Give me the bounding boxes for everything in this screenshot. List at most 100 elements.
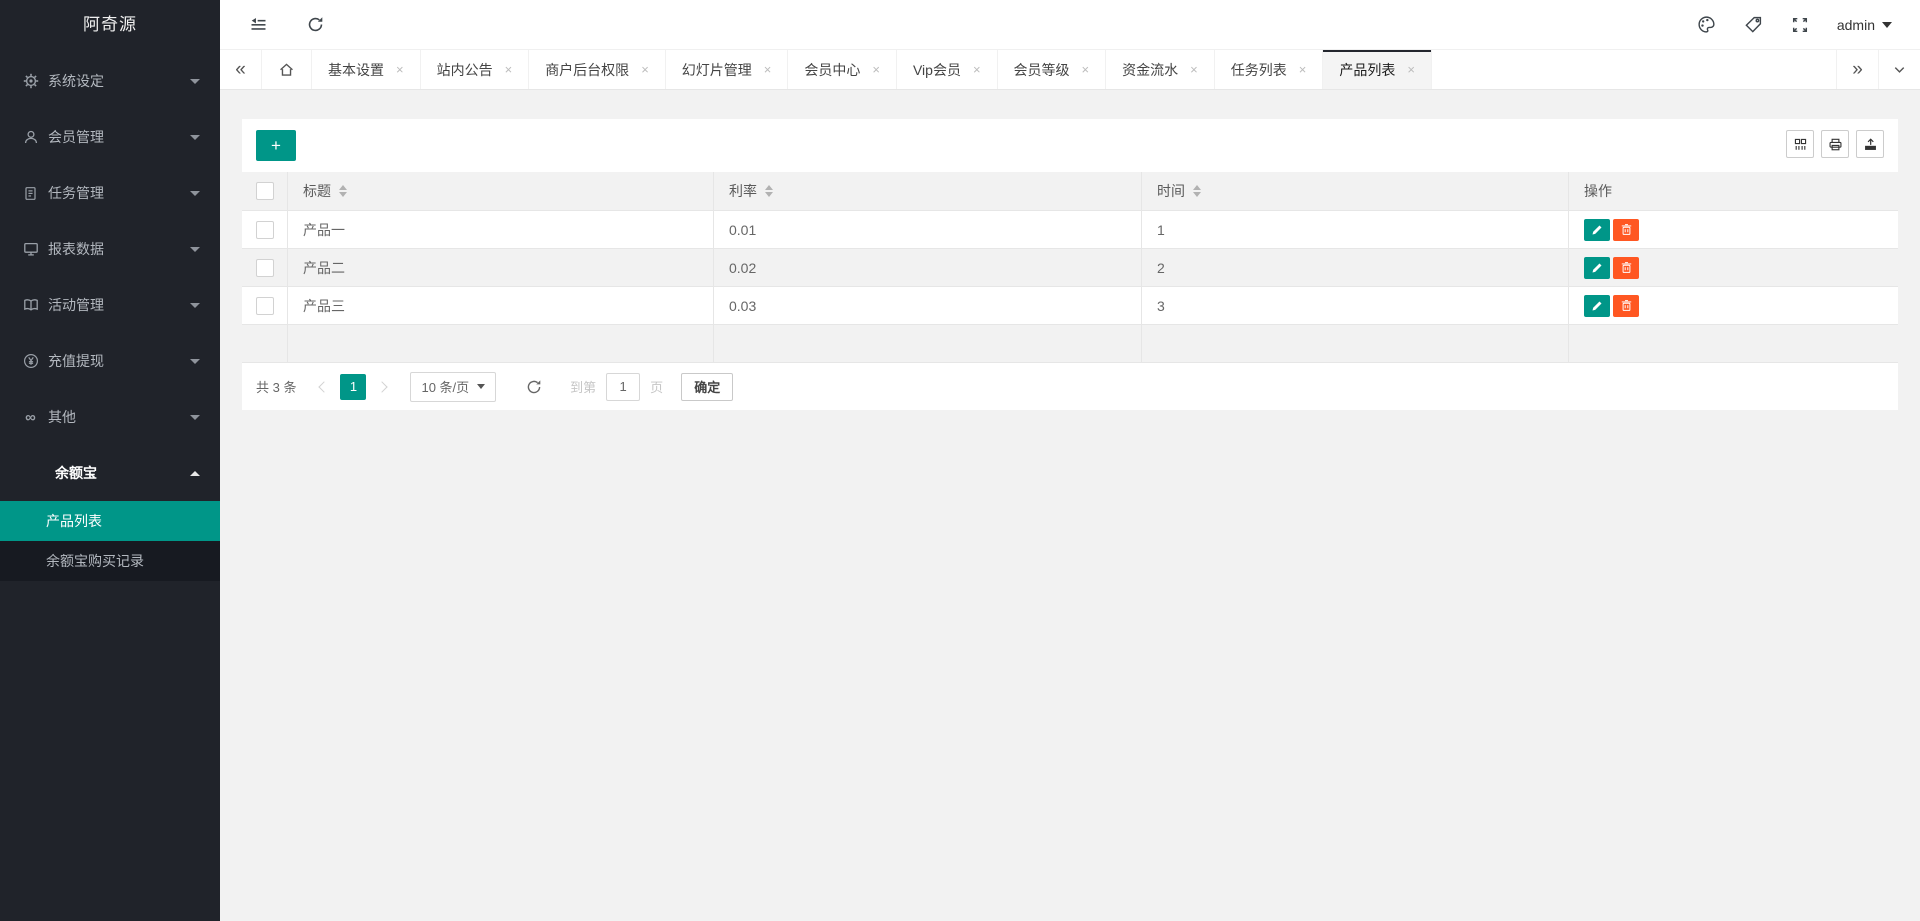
delete-button[interactable]	[1613, 294, 1639, 317]
column-time: 时间	[1157, 183, 1185, 199]
sidebar-item-yuebao[interactable]: 余额宝	[0, 445, 220, 501]
refresh-icon[interactable]	[307, 16, 324, 33]
tab-basic-settings[interactable]: 基本设置 ×	[312, 50, 421, 89]
close-icon[interactable]: ×	[641, 62, 649, 77]
infinity-icon: ∞	[25, 408, 36, 426]
fullscreen-icon[interactable]	[1791, 16, 1809, 34]
tab-product-list[interactable]: 产品列表 ×	[1323, 50, 1432, 89]
sidebar-subitem-product-list[interactable]: 产品列表	[0, 501, 220, 541]
close-icon[interactable]: ×	[764, 62, 772, 77]
table-row: 产品三 0.03 3	[242, 287, 1898, 325]
edit-button[interactable]	[1584, 256, 1610, 279]
prev-page-icon[interactable]	[312, 374, 336, 400]
theme-palette-icon[interactable]	[1697, 15, 1716, 34]
chevron-up-icon	[190, 470, 200, 476]
topbar-left	[220, 16, 324, 33]
sidebar-subitem-label: 余额宝购买记录	[46, 553, 144, 569]
sidebar-item-label: 余额宝	[55, 465, 97, 481]
sidebar-item-label: 充值提现	[48, 353, 104, 369]
tab-fund-flow[interactable]: 资金流水 ×	[1106, 50, 1215, 89]
cell-rate: 0.01	[714, 211, 1142, 249]
delete-button[interactable]	[1613, 256, 1639, 279]
row-checkbox[interactable]	[255, 296, 274, 315]
close-icon[interactable]: ×	[1082, 62, 1090, 77]
home-tab[interactable]	[262, 50, 312, 89]
close-icon[interactable]: ×	[973, 62, 981, 77]
total-count: 共 3 条	[256, 380, 297, 395]
content-area: + 标题 利率 时间 操作 产品一 0.01 1 产品二 0.02 2 产品三 …	[220, 90, 1920, 921]
sidebar-item-label: 系统设定	[48, 73, 104, 89]
cell-rate: 0.03	[714, 287, 1142, 325]
sidebar-submenu: 产品列表 余额宝购买记录	[0, 501, 220, 581]
topbar-right: admin	[1697, 15, 1920, 34]
close-icon[interactable]: ×	[1407, 62, 1415, 77]
add-button[interactable]: +	[256, 130, 296, 161]
book-icon	[22, 297, 39, 314]
tab-site-notice[interactable]: 站内公告 ×	[421, 50, 530, 89]
chevron-down-icon	[1882, 21, 1892, 28]
cell-rate: 0.02	[714, 249, 1142, 287]
chevron-down-icon	[190, 134, 200, 140]
edit-button[interactable]	[1584, 294, 1610, 317]
close-icon[interactable]: ×	[1299, 62, 1307, 77]
sort-icon[interactable]	[765, 185, 773, 197]
page-1-button[interactable]: 1	[340, 373, 367, 400]
page-size-select[interactable]: 10 条/页	[410, 371, 497, 402]
tabs-scroll-right-icon[interactable]: »	[1836, 50, 1878, 89]
confirm-jump-button[interactable]: 确定	[681, 372, 734, 401]
table-row: 产品二 0.02 2	[242, 249, 1898, 287]
page-jump-input[interactable]	[606, 372, 641, 401]
delete-button[interactable]	[1613, 218, 1639, 241]
table-header-row: 标题 利率 时间 操作	[242, 172, 1898, 211]
select-all-checkbox[interactable]	[255, 182, 274, 200]
sidebar-subitem-yuebao-purchases[interactable]: 余额宝购买记录	[0, 541, 220, 581]
tabs-scroll-left-icon[interactable]: «	[220, 50, 262, 89]
home-icon	[280, 63, 293, 76]
tab-merchant-permissions[interactable]: 商户后台权限 ×	[529, 50, 666, 89]
chevron-down-icon	[190, 246, 200, 252]
sidebar-item-other[interactable]: ∞ 其他	[0, 389, 220, 445]
collapse-sidebar-icon[interactable]	[250, 16, 267, 33]
tab-task-list[interactable]: 任务列表 ×	[1215, 50, 1324, 89]
tab-vip-members[interactable]: Vip会员 ×	[897, 50, 998, 89]
tab-slideshow[interactable]: 幻灯片管理 ×	[666, 50, 789, 89]
tabbar-spacer	[1432, 50, 1836, 89]
sidebar-item-label: 活动管理	[48, 297, 104, 313]
sidebar-item-members[interactable]: 会员管理	[0, 109, 220, 165]
row-checkbox[interactable]	[255, 258, 274, 277]
sidebar-item-label: 会员管理	[48, 129, 104, 145]
sidebar-item-reports[interactable]: 报表数据	[0, 221, 220, 277]
user-menu[interactable]: admin	[1837, 17, 1892, 33]
refresh-table-icon[interactable]	[526, 379, 542, 395]
admin-app: 阿奇源 系统设定 会员管理 任务管理 报表数据 活动管理 充值提现 ∞ 其他 余…	[0, 0, 1920, 921]
close-icon[interactable]: ×	[396, 62, 404, 77]
chevron-down-icon	[190, 358, 200, 364]
column-actions: 操作	[1584, 183, 1612, 199]
sidebar-item-system-settings[interactable]: 系统设定	[0, 53, 220, 109]
tag-icon[interactable]	[1744, 15, 1763, 34]
close-icon[interactable]: ×	[505, 62, 513, 77]
tab-member-levels[interactable]: 会员等级 ×	[998, 50, 1107, 89]
cell-time: 1	[1142, 211, 1569, 249]
export-icon[interactable]	[1856, 130, 1884, 158]
row-checkbox[interactable]	[255, 220, 274, 239]
sidebar-item-activities[interactable]: 活动管理	[0, 277, 220, 333]
sort-icon[interactable]	[1193, 185, 1201, 197]
sort-icon[interactable]	[339, 185, 347, 197]
close-icon[interactable]: ×	[1190, 62, 1198, 77]
close-icon[interactable]: ×	[872, 62, 880, 77]
edit-button[interactable]	[1584, 218, 1610, 241]
sidebar-item-recharge[interactable]: 充值提现	[0, 333, 220, 389]
next-page-icon[interactable]	[370, 374, 394, 400]
sidebar-item-tasks[interactable]: 任务管理	[0, 165, 220, 221]
tab-member-center[interactable]: 会员中心 ×	[788, 50, 897, 89]
gear-icon	[22, 73, 39, 90]
cell-title: 产品二	[288, 249, 714, 287]
print-icon[interactable]	[1821, 130, 1849, 158]
tabs-more-icon[interactable]	[1878, 50, 1920, 89]
chevron-down-icon	[190, 414, 200, 420]
chevron-down-icon	[477, 384, 486, 389]
table-filler-row	[242, 325, 1898, 363]
chevron-down-icon	[190, 78, 200, 84]
columns-filter-icon[interactable]	[1786, 130, 1814, 158]
